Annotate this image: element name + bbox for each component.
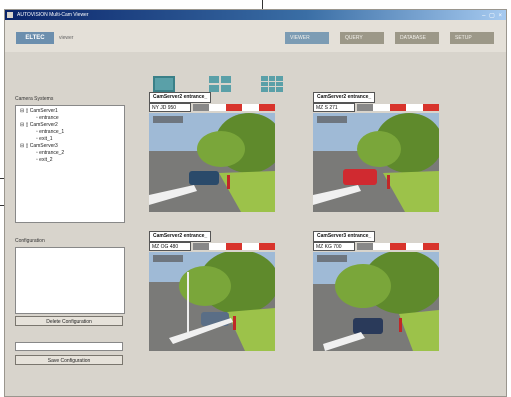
camera-panel-2[interactable]: CamServer2 entrance_ MZ S 271 (313, 92, 440, 212)
timestamp-badge (317, 255, 347, 262)
camera-systems-label: Camera Systems (15, 96, 54, 102)
configuration-label: Configuration (15, 238, 45, 244)
tree-node[interactable]: ⊟ ▯ CamServer3 (20, 143, 124, 150)
status-bar (193, 104, 276, 111)
status-bar (357, 104, 440, 111)
camera-title: CamServer2 entrance_ (313, 92, 376, 103)
timestamp-badge (317, 116, 347, 123)
tree-leaf[interactable]: ▫ entrance_2 (20, 150, 124, 157)
camera-view (313, 113, 439, 212)
camera-panel-4[interactable]: CamServer3 entrance_ MZ KG 700 (313, 231, 440, 351)
window-title: AUTOVISION Multi-Cam Viewer (17, 12, 89, 18)
single-view-icon[interactable] (153, 76, 175, 92)
camera-tree[interactable]: ⊟ ▯ CamServer1 ▫ entrance ⊟ ▯ CamServer2… (15, 105, 125, 223)
tree-node[interactable]: ⊟ ▯ CamServer2 (20, 122, 124, 129)
tree-leaf[interactable]: ▫ entrance_1 (20, 129, 124, 136)
camera-panel-3[interactable]: CamServer2 entrance_ MZ OG 480 (149, 231, 276, 351)
camera-view (149, 252, 275, 351)
tab-database[interactable]: DATABASE (395, 32, 439, 44)
camera-title: CamServer2 entrance_ (149, 92, 212, 103)
camera-title: CamServer2 entrance_ (149, 231, 212, 242)
plate-field[interactable]: MZ S 271 (313, 103, 355, 112)
tab-setup[interactable]: SETUP (450, 32, 494, 44)
tree-node[interactable]: ⊟ ▯ CamServer1 (20, 108, 124, 115)
delete-configuration-button[interactable]: Delete Configuration (15, 316, 123, 326)
status-bar (193, 243, 276, 250)
title-bar: AUTOVISION Multi-Cam Viewer – ▢ × (5, 10, 506, 20)
configuration-name-input[interactable] (15, 342, 123, 351)
plate-field[interactable]: MZ KG 700 (313, 242, 355, 251)
configuration-list[interactable] (15, 247, 125, 314)
plate-field[interactable]: MZ OG 480 (149, 242, 191, 251)
app-icon (7, 12, 13, 18)
camera-title: CamServer3 entrance_ (313, 231, 376, 242)
camera-view (313, 252, 439, 351)
tree-leaf[interactable]: ▫ exit_2 (20, 157, 124, 164)
timestamp-badge (153, 255, 183, 262)
tab-query[interactable]: QUERY (340, 32, 384, 44)
camera-view (149, 113, 275, 212)
logo-subtitle: viewer (59, 35, 74, 41)
save-configuration-button[interactable]: Save Configuration (15, 355, 123, 365)
tree-leaf[interactable]: ▫ entrance (20, 115, 124, 122)
quad-view-icon[interactable] (209, 76, 231, 92)
nine-view-icon[interactable] (261, 76, 283, 92)
status-bar (357, 243, 440, 250)
logo: ELTEC (16, 32, 54, 44)
tree-leaf[interactable]: ▫ exit_1 (20, 136, 124, 143)
plate-field[interactable]: NY JD 950 (149, 103, 191, 112)
timestamp-badge (153, 116, 183, 123)
tab-viewer[interactable]: VIEWER (285, 32, 329, 44)
camera-panel-1[interactable]: CamServer2 entrance_ NY JD 950 (149, 92, 276, 212)
app-window: AUTOVISION Multi-Cam Viewer – ▢ × ELTEC … (4, 9, 507, 397)
